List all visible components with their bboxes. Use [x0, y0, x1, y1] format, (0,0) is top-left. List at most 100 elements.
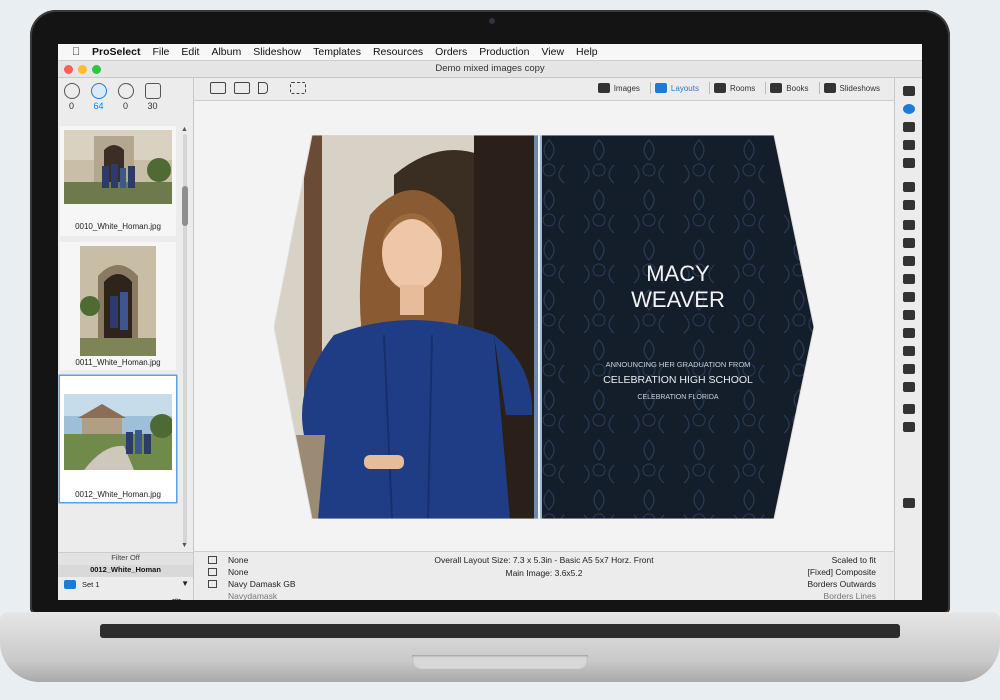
thumbnail-image — [80, 246, 156, 356]
camera-icon[interactable] — [903, 364, 915, 374]
filter-tab-accepted[interactable]: 64 — [85, 78, 112, 124]
close-window-button[interactable] — [64, 65, 73, 74]
layout-canvas[interactable]: MACY WEAVER ANNOUNCING HER GRADUATION FR… — [194, 101, 894, 551]
filter-tabs: 0 64 0 30 — [58, 78, 193, 124]
smiley-icon — [63, 83, 80, 99]
checkbox-icon[interactable] — [64, 580, 76, 589]
main-image-size-text: Main Image: 3.6x5.2 — [505, 568, 583, 578]
chevron-down-icon[interactable]: ▼ — [181, 579, 189, 588]
thumbnail-item-selected[interactable]: 0012_White_Homan.jpg — [60, 376, 176, 502]
laptop-notch — [412, 655, 588, 669]
mode-rooms[interactable]: Rooms — [708, 82, 759, 94]
scaling-mode[interactable]: Scaled to fit — [832, 555, 876, 565]
menu-resources[interactable]: Resources — [373, 46, 423, 58]
scroll-down-icon[interactable]: ▼ — [181, 542, 188, 549]
thumbnail-scrollbar[interactable]: ▲ ▼ — [180, 126, 190, 552]
stack-icon[interactable] — [903, 158, 915, 168]
frame-icon[interactable] — [290, 82, 306, 94]
trash-icon[interactable]: 🗑 — [169, 599, 183, 600]
thumbnail-list: 0010_White_Homan.jpg 0011_White_Homan.jp… — [60, 126, 178, 552]
menu-view[interactable]: View — [541, 46, 564, 58]
menu-edit[interactable]: Edit — [181, 46, 199, 58]
school-text[interactable]: CELEBRATION HIGH SCHOOL — [603, 374, 753, 386]
thumbnail-item[interactable]: 0010_White_Homan.jpg — [60, 126, 176, 236]
thumbnail-caption: 0010_White_Homan.jpg — [75, 222, 161, 231]
window-titlebar: Demo mixed images copy — [58, 61, 922, 78]
menu-templates[interactable]: Templates — [313, 46, 361, 58]
filter-tab-album[interactable]: 30 — [139, 78, 166, 124]
mode-images[interactable]: Images — [594, 82, 644, 94]
status-bar: None None Navy Damask GB Navydamask Over… — [194, 551, 894, 600]
album-icon — [144, 83, 161, 99]
borders-mode[interactable]: Borders Outwards — [808, 579, 877, 589]
email-icon[interactable] — [210, 82, 226, 94]
duplicate-icon[interactable] — [903, 328, 915, 338]
set-selector[interactable]: Set 1 ▼ — [58, 578, 193, 592]
filter-tab-rejected[interactable]: 0 — [112, 78, 139, 124]
zoom-window-button[interactable] — [92, 65, 101, 74]
grid-icon[interactable] — [903, 86, 915, 96]
mode-label: Images — [613, 83, 640, 93]
filter-tab-unrated[interactable]: 0 — [58, 78, 85, 124]
mode-label: Rooms — [729, 83, 756, 93]
mode-label: Slideshows — [839, 83, 880, 93]
menu-album[interactable]: Album — [211, 46, 241, 58]
apple-icon[interactable]:  — [72, 46, 82, 58]
copy-icon[interactable] — [234, 82, 250, 94]
composite-mode[interactable]: [Fixed] Composite — [808, 567, 877, 577]
thumbnail-image — [64, 394, 172, 470]
set-label: Set 1 — [82, 580, 100, 589]
scroll-thumb[interactable] — [182, 186, 188, 226]
mode-books[interactable]: Books — [765, 82, 812, 94]
mode-layouts[interactable]: Layouts — [649, 82, 703, 94]
rotate-icon[interactable] — [903, 220, 915, 230]
menu-orders[interactable]: Orders — [435, 46, 467, 58]
eye-icon[interactable] — [903, 104, 915, 114]
panel-actions: ▣ 🗑 — [148, 598, 183, 600]
chat-icon[interactable] — [903, 498, 915, 508]
name-line1[interactable]: MACY — [646, 261, 710, 286]
filter-count: 0 — [68, 101, 74, 111]
add-folder-icon[interactable]: ▣ — [148, 599, 158, 600]
announce-text[interactable]: ANNOUNCING HER GRADUATION FROM — [606, 360, 751, 369]
align-icon[interactable] — [903, 238, 915, 248]
background-name: Navydamask — [228, 591, 278, 600]
frame-tool-icon[interactable] — [903, 140, 915, 150]
card-icon[interactable] — [903, 200, 915, 210]
document-icon[interactable] — [903, 346, 915, 356]
minimize-window-button[interactable] — [78, 65, 87, 74]
filter-status[interactable]: Filter Off — [58, 552, 193, 565]
keyboard-strip — [100, 624, 900, 638]
menu-production[interactable]: Production — [479, 46, 529, 58]
border-icon[interactable] — [903, 274, 915, 284]
play-icon[interactable] — [903, 404, 915, 414]
menubar:  ProSelect File Edit Album Slideshow Te… — [58, 44, 922, 61]
mode-label: Books — [786, 83, 809, 93]
crop-icon[interactable] — [903, 122, 915, 132]
mode-slideshows[interactable]: Slideshows — [818, 82, 884, 94]
menu-help[interactable]: Help — [576, 46, 598, 58]
image-browser-panel: 0 64 0 30 0010_White_Homan.jpg 0011_Whit… — [58, 78, 194, 600]
current-file-name: 0012_White_Homan — [58, 565, 193, 577]
thumbnail-item[interactable]: 0011_White_Homan.jpg — [60, 242, 176, 370]
border-lines-mode[interactable]: Borders Lines — [824, 591, 876, 600]
name-line2[interactable]: WEAVER — [631, 287, 725, 312]
layouts-icon — [654, 83, 667, 93]
scroll-up-icon[interactable]: ▲ — [181, 126, 188, 133]
cart-icon[interactable] — [903, 382, 915, 392]
mask-icon[interactable] — [903, 292, 915, 302]
slideshows-icon — [823, 83, 836, 93]
background-value[interactable]: Navy Damask GB — [228, 579, 296, 589]
curve-icon[interactable] — [903, 310, 915, 320]
menu-slideshow[interactable]: Slideshow — [253, 46, 301, 58]
location-text[interactable]: CELEBRATION FLORIDA — [637, 394, 718, 401]
image-tool-icon[interactable] — [903, 182, 915, 192]
screen:  ProSelect File Edit Album Slideshow Te… — [58, 44, 922, 600]
menu-app[interactable]: ProSelect — [92, 46, 140, 58]
speaker-icon[interactable] — [258, 82, 268, 94]
layout-preview[interactable]: MACY WEAVER ANNOUNCING HER GRADUATION FR… — [274, 135, 814, 519]
background-icon[interactable] — [208, 580, 217, 588]
menu-file[interactable]: File — [152, 46, 169, 58]
layer-icon[interactable] — [903, 256, 915, 266]
back-icon[interactable] — [903, 422, 915, 432]
